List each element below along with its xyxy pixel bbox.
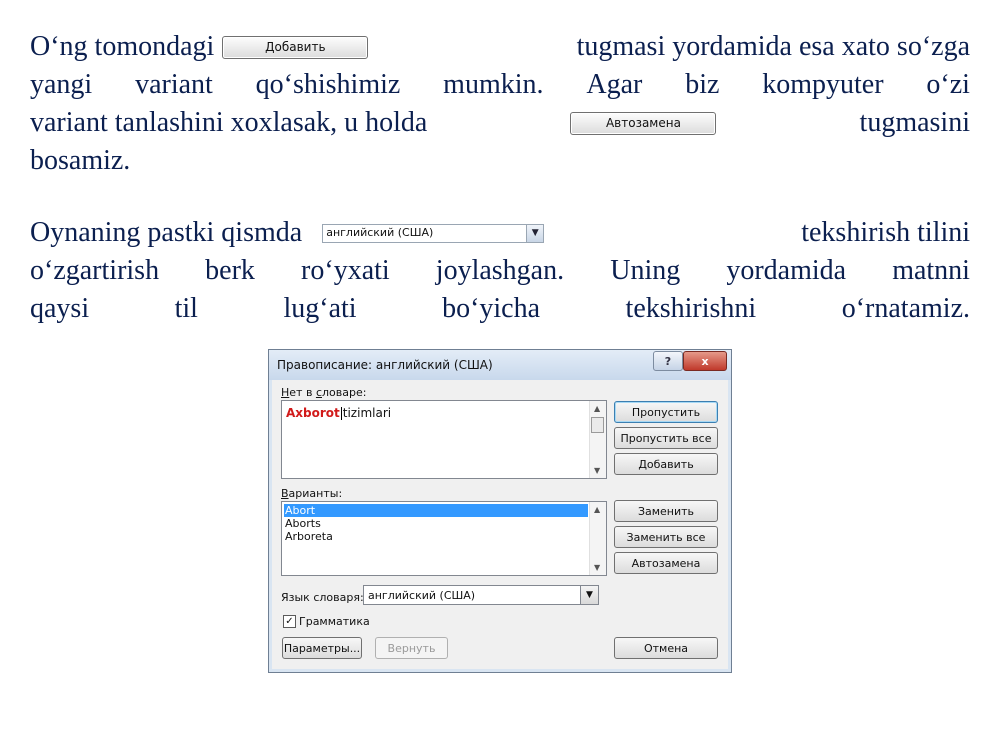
p2-line-3: qaysi til lug‘ati bo‘yicha tekshirishni … <box>30 293 970 324</box>
spelling-dialog: Правописание: английский (США) ? x Нет в… <box>268 349 732 673</box>
p1-text-a: O‘ng tomondagi <box>30 31 215 62</box>
language-value: английский (США) <box>368 589 476 602</box>
list-item[interactable]: Abort <box>284 504 588 517</box>
grammar-label: Грамматика <box>299 615 370 628</box>
p1-line-4: bosamiz. <box>30 145 131 176</box>
suggestions-label: Варианты: <box>281 487 343 500</box>
inline-language-combo-image: английский (США) ▼ <box>322 223 545 243</box>
list-item[interactable]: Arboreta <box>284 530 588 543</box>
language-label: Язык словаря: <box>281 591 364 604</box>
chevron-down-icon: ▼ <box>526 224 544 242</box>
p2-line-2: o‘zgartirish berk ro‘yxati joylashgan. Uning… <box>30 255 970 286</box>
scroll-up-icon[interactable]: ▲ <box>594 404 600 413</box>
list-item[interactable]: Aborts <box>284 517 588 530</box>
inline-add-button-image: Добавить <box>222 35 369 59</box>
chevron-down-icon[interactable]: ▼ <box>580 586 598 604</box>
skip-all-button[interactable]: Пропустить все <box>614 427 718 449</box>
autocorrect-button[interactable]: Автозамена <box>614 552 718 574</box>
grammar-checkbox[interactable]: ✓ <box>283 615 296 628</box>
p1-text-b: tugmasi yordamida esa xato so‘zga <box>576 31 970 62</box>
cancel-button[interactable]: Отмена <box>614 637 718 659</box>
scroll-thumb[interactable] <box>591 417 604 433</box>
p1-line-1: O‘ng tomondagi Добавить tugmasi yordamid… <box>30 28 970 66</box>
scroll-down-icon[interactable]: ▼ <box>594 563 600 572</box>
paragraph-2: Oynaning pastki qismda английский (США) … <box>30 214 970 328</box>
replace-button[interactable]: Заменить <box>614 500 718 522</box>
help-icon[interactable]: ? <box>653 351 683 371</box>
text-caret <box>340 407 342 420</box>
add-button[interactable]: Добавить <box>614 453 718 475</box>
skip-button[interactable]: Пропустить <box>614 401 718 423</box>
scroll-up-icon[interactable]: ▲ <box>594 505 600 514</box>
p1-line-2: yangi variant qo‘shishimiz mumkin. Agar biz ko… <box>30 69 970 100</box>
paragraph-1: O‘ng tomondagi Добавить tugmasi yordamid… <box>30 28 970 180</box>
dialog-body: Нет в словаре: Axborot tizimlari ▲ ▼ Вари… <box>272 380 728 669</box>
misspelled-word: Axborot <box>286 406 340 420</box>
inline-autocorrect-button-image: Автозамена <box>570 111 717 135</box>
textbox-scrollbar[interactable]: ▲ ▼ <box>589 401 606 478</box>
p2-line-1: Oynaning pastki qismda английский (США) … <box>30 214 970 252</box>
list-scrollbar[interactable]: ▲ ▼ <box>589 502 606 575</box>
scroll-down-icon[interactable]: ▼ <box>594 466 600 475</box>
options-button[interactable]: Параметры... <box>282 637 362 659</box>
dialog-titlebar: Правописание: английский (США) ? x <box>269 350 731 380</box>
not-in-dictionary-label: Нет в словаре: <box>281 386 367 399</box>
context-text: tizimlari <box>342 406 392 420</box>
p2-text-a: Oynaning pastki qismda <box>30 217 303 248</box>
p1-line-3: variant tanlashini xoxlasak, u holda Авт… <box>30 104 970 142</box>
p1-text-d: tugmasini <box>859 107 970 138</box>
p2-text-b: tekshirish tilini <box>801 217 970 248</box>
close-icon[interactable]: x <box>683 351 727 371</box>
not-in-dictionary-textbox[interactable]: Axborot tizimlari ▲ ▼ <box>281 400 607 479</box>
undo-button[interactable]: Вернуть <box>375 637 448 659</box>
suggestions-list[interactable]: Abort Aborts Arboreta ▲ ▼ <box>281 501 607 576</box>
dialog-title: Правописание: английский (США) <box>277 358 493 372</box>
p1-text-c: variant tanlashini xoxlasak, u holda <box>30 107 428 138</box>
language-select[interactable]: английский (США) ▼ <box>363 585 599 605</box>
replace-all-button[interactable]: Заменить все <box>614 526 718 548</box>
